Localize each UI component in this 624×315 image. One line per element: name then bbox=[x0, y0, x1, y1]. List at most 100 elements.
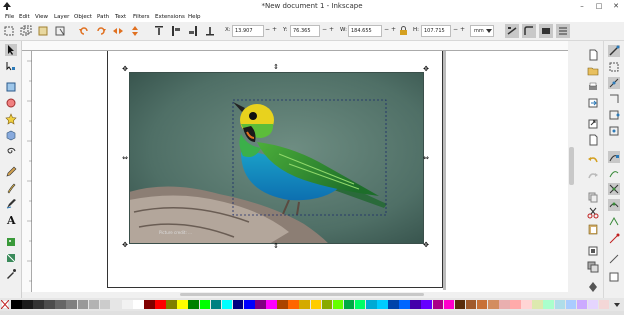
vertical-ruler[interactable] bbox=[22, 51, 32, 292]
color-swatch[interactable] bbox=[554, 300, 566, 309]
color-swatch[interactable] bbox=[476, 300, 488, 309]
color-swatch[interactable] bbox=[33, 300, 44, 309]
zoom-icon[interactable] bbox=[587, 245, 599, 257]
palette-menu-icon[interactable] bbox=[613, 301, 621, 309]
menu-view[interactable]: View bbox=[35, 12, 48, 22]
deselect-icon[interactable] bbox=[37, 25, 49, 37]
3d-box-icon[interactable] bbox=[5, 129, 17, 141]
circle-icon[interactable] bbox=[5, 97, 17, 109]
paste-icon[interactable] bbox=[587, 223, 599, 235]
snap-cusp-icon[interactable] bbox=[608, 215, 620, 227]
color-swatch[interactable] bbox=[487, 300, 499, 309]
undo-icon[interactable] bbox=[587, 154, 599, 166]
pencil-icon[interactable] bbox=[5, 166, 17, 178]
color-swatch[interactable] bbox=[99, 300, 111, 309]
vertical-scrollbar[interactable] bbox=[568, 41, 576, 292]
scale-handle-bottom[interactable]: ⇕ bbox=[273, 243, 279, 250]
spiral-icon[interactable] bbox=[5, 145, 17, 157]
menu-help[interactable]: Help bbox=[188, 12, 201, 22]
gradient-icon[interactable] bbox=[5, 252, 17, 264]
calligraphy-icon[interactable] bbox=[5, 198, 17, 210]
color-swatch[interactable] bbox=[543, 300, 555, 309]
snap-corner-icon[interactable] bbox=[608, 93, 620, 105]
menu-filters[interactable]: Filters bbox=[133, 12, 150, 22]
new-doc-icon[interactable] bbox=[587, 49, 599, 61]
move-gradients-icon[interactable] bbox=[539, 24, 553, 38]
doc-icon[interactable] bbox=[587, 134, 599, 146]
scale-handle-top[interactable]: ⇕ bbox=[273, 64, 279, 71]
vertical-scroll-thumb[interactable] bbox=[569, 147, 574, 185]
color-swatch[interactable] bbox=[598, 300, 610, 309]
color-swatch[interactable] bbox=[155, 300, 166, 309]
touch-select-icon[interactable] bbox=[54, 25, 66, 37]
import-icon[interactable] bbox=[587, 97, 599, 109]
x-decrease-button[interactable]: − bbox=[265, 26, 270, 33]
scale-stroke-icon[interactable] bbox=[505, 24, 519, 38]
color-swatch[interactable] bbox=[232, 300, 244, 309]
color-swatch[interactable] bbox=[188, 300, 200, 309]
color-swatch[interactable] bbox=[299, 300, 310, 309]
clone-icon[interactable] bbox=[587, 281, 599, 293]
color-swatch[interactable] bbox=[465, 300, 477, 309]
color-swatch[interactable] bbox=[66, 300, 78, 309]
node-tool-icon[interactable] bbox=[5, 60, 17, 72]
snap-smooth-icon[interactable] bbox=[608, 199, 620, 211]
color-swatch[interactable] bbox=[55, 300, 66, 309]
color-swatch[interactable] bbox=[110, 300, 122, 309]
scale-handle-bottom-left[interactable]: ✥ bbox=[122, 242, 128, 249]
color-swatch[interactable] bbox=[210, 300, 222, 309]
color-swatch[interactable] bbox=[432, 300, 444, 309]
rotate-cw-icon[interactable] bbox=[95, 25, 107, 37]
raise-icon[interactable] bbox=[170, 25, 182, 37]
color-swatch[interactable] bbox=[133, 300, 144, 309]
scale-handle-top-left[interactable]: ✥ bbox=[122, 66, 128, 73]
snap-nodes-icon[interactable] bbox=[608, 151, 620, 163]
select-all-layers-icon[interactable] bbox=[20, 25, 32, 37]
open-icon[interactable] bbox=[587, 65, 599, 77]
color-swatch[interactable] bbox=[388, 300, 399, 309]
y-decrease-button[interactable]: − bbox=[322, 26, 327, 33]
color-swatch[interactable] bbox=[321, 300, 333, 309]
flip-horizontal-icon[interactable] bbox=[112, 25, 124, 37]
menu-file[interactable]: File bbox=[5, 12, 14, 22]
select-all-icon[interactable] bbox=[3, 25, 15, 37]
horizontal-scroll-thumb[interactable] bbox=[180, 293, 424, 296]
color-swatch[interactable] bbox=[532, 300, 543, 309]
color-swatch[interactable] bbox=[410, 300, 421, 309]
rectangle-icon[interactable] bbox=[5, 81, 17, 93]
color-swatch[interactable] bbox=[277, 300, 288, 309]
minimize-button[interactable]: – bbox=[574, 0, 590, 12]
color-swatch[interactable] bbox=[44, 300, 55, 309]
scale-handle-left[interactable]: ⇔ bbox=[122, 155, 128, 162]
menu-path[interactable]: Path bbox=[97, 12, 109, 22]
no-paint-swatch[interactable] bbox=[1, 300, 9, 309]
color-swatch[interactable] bbox=[243, 300, 255, 309]
selector-arrow-icon[interactable] bbox=[5, 44, 17, 56]
flip-vertical-icon[interactable] bbox=[129, 25, 141, 37]
color-swatch[interactable] bbox=[521, 300, 532, 309]
close-button[interactable]: ✕ bbox=[608, 0, 624, 12]
move-patterns-icon[interactable] bbox=[556, 24, 570, 38]
dropper-icon[interactable] bbox=[5, 268, 17, 280]
color-swatch[interactable] bbox=[365, 300, 377, 309]
pen-icon[interactable] bbox=[5, 182, 17, 194]
color-swatch[interactable] bbox=[332, 300, 344, 309]
color-swatch[interactable] bbox=[310, 300, 322, 309]
color-swatch[interactable] bbox=[377, 300, 388, 309]
x-field[interactable]: 13.907 bbox=[232, 25, 264, 37]
x-increase-button[interactable]: + bbox=[272, 26, 277, 33]
color-swatch[interactable] bbox=[354, 300, 366, 309]
lock-ratio-icon[interactable] bbox=[399, 26, 408, 36]
scale-corners-icon[interactable] bbox=[522, 24, 536, 38]
snap-grid-icon[interactable] bbox=[608, 253, 620, 265]
maximize-button[interactable]: □ bbox=[591, 0, 607, 12]
snap-enable-icon[interactable] bbox=[608, 45, 620, 57]
snap-center-icon[interactable] bbox=[608, 125, 620, 137]
color-swatch[interactable] bbox=[88, 300, 100, 309]
menu-text[interactable]: Text bbox=[115, 12, 126, 22]
redo-icon[interactable] bbox=[587, 170, 599, 182]
w-field[interactable]: 184.655 bbox=[348, 25, 382, 37]
lower-to-bottom-icon[interactable] bbox=[204, 25, 216, 37]
snap-intersection-icon[interactable] bbox=[608, 183, 620, 195]
color-swatch[interactable] bbox=[255, 300, 266, 309]
